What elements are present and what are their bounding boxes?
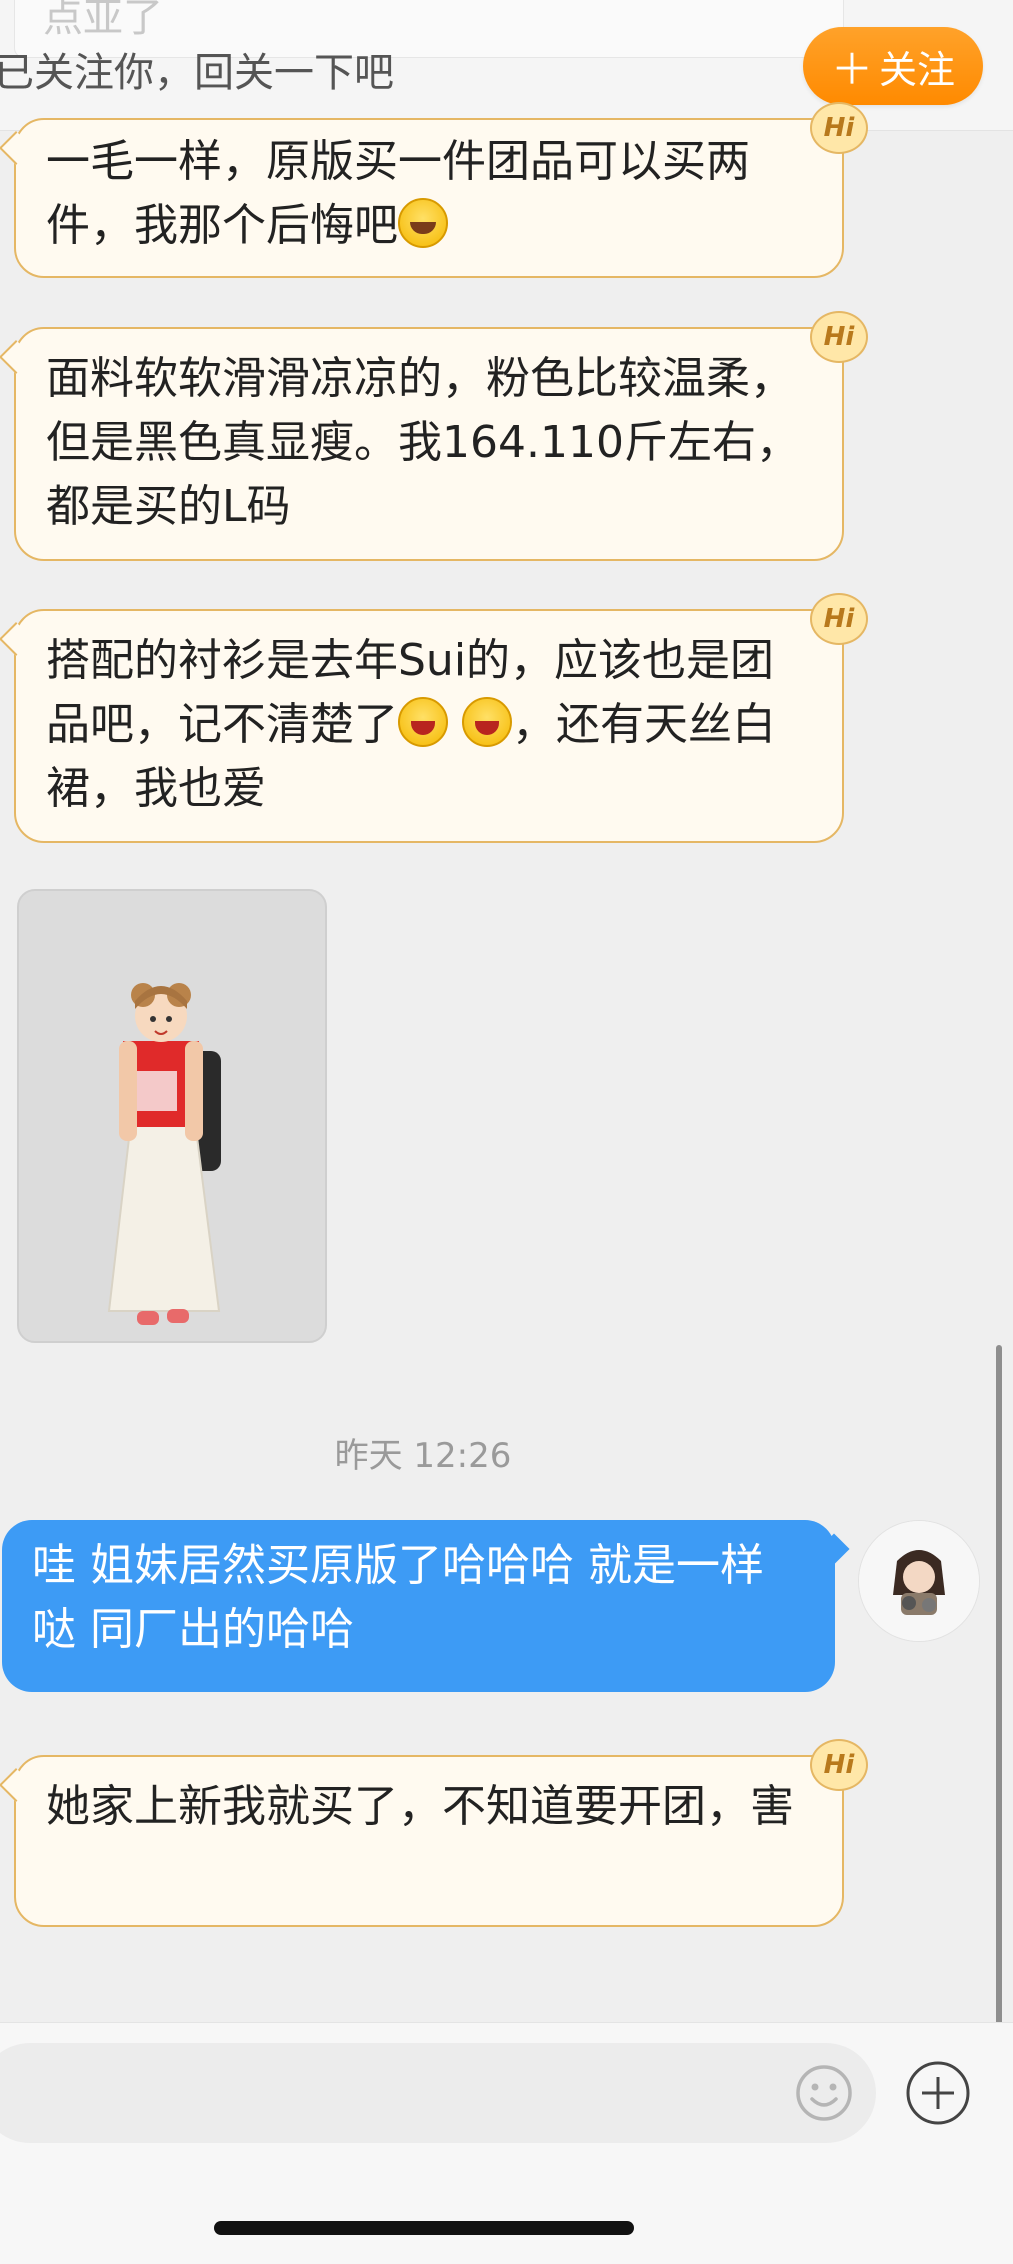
hi-badge-icon: Hi	[810, 311, 868, 363]
message-composer	[0, 2022, 1013, 2264]
hi-badge-icon: Hi	[810, 593, 868, 645]
home-indicator[interactable]	[214, 2221, 634, 2235]
follow-button-label: 关注	[879, 47, 956, 92]
hi-badge-icon: Hi	[810, 1739, 868, 1791]
message-text: 哇 姐妹居然买原版了哈哈哈 就是一样哒 同厂出的哈哈	[32, 1540, 764, 1655]
scrollbar[interactable]	[996, 1345, 1002, 2025]
grin-emoji-icon	[398, 697, 448, 747]
avatar[interactable]	[858, 1520, 980, 1642]
message-text: 面料软软滑滑凉凉的，粉色比较温柔，但是黑色真显瘦。我164.110斤左右，都是买…	[46, 353, 800, 532]
outgoing-message[interactable]: 哇 姐妹居然买原版了哈哈哈 就是一样哒 同厂出的哈哈	[2, 1520, 835, 1692]
incoming-message[interactable]: 面料软软滑滑凉凉的，粉色比较温柔，但是黑色真显瘦。我164.110斤左右，都是买…	[14, 311, 868, 561]
message-text: 一毛一样，原版买一件团品可以买两件，我那个后悔吧	[46, 136, 750, 251]
hi-badge-icon: Hi	[810, 102, 868, 154]
image-message[interactable]	[17, 889, 327, 1343]
add-attachment-icon[interactable]	[905, 2060, 971, 2126]
message-timestamp: 昨天 12:26	[334, 1436, 512, 1476]
follow-button[interactable]: ＋ 关注	[803, 27, 983, 105]
message-text: 她家上新我就买了，不知道要开团，害	[46, 1781, 794, 1832]
emoji-picker-icon[interactable]	[794, 2063, 854, 2123]
avatar-image	[859, 1521, 979, 1641]
grin-emoji-icon	[462, 697, 512, 747]
incoming-message[interactable]: 她家上新我就买了，不知道要开团，害 Hi	[14, 1739, 868, 1927]
follow-prompt-text: 已关注你，回关一下吧	[0, 50, 394, 96]
outfit-photo-image	[107, 983, 221, 1325]
plus-icon: ＋	[830, 44, 873, 94]
incoming-message[interactable]: 搭配的衬衫是去年Sui的，应该也是团品吧，记不清楚了 ，还有天丝白裙，我也爱 Hi	[14, 593, 868, 843]
previous-message-peek-text: 点亚了	[43, 0, 163, 41]
message-input[interactable]	[0, 2043, 876, 2143]
laugh-with-tears-emoji-icon	[398, 198, 448, 248]
incoming-message[interactable]: 一毛一样，原版买一件团品可以买两件，我那个后悔吧 Hi	[14, 102, 868, 278]
